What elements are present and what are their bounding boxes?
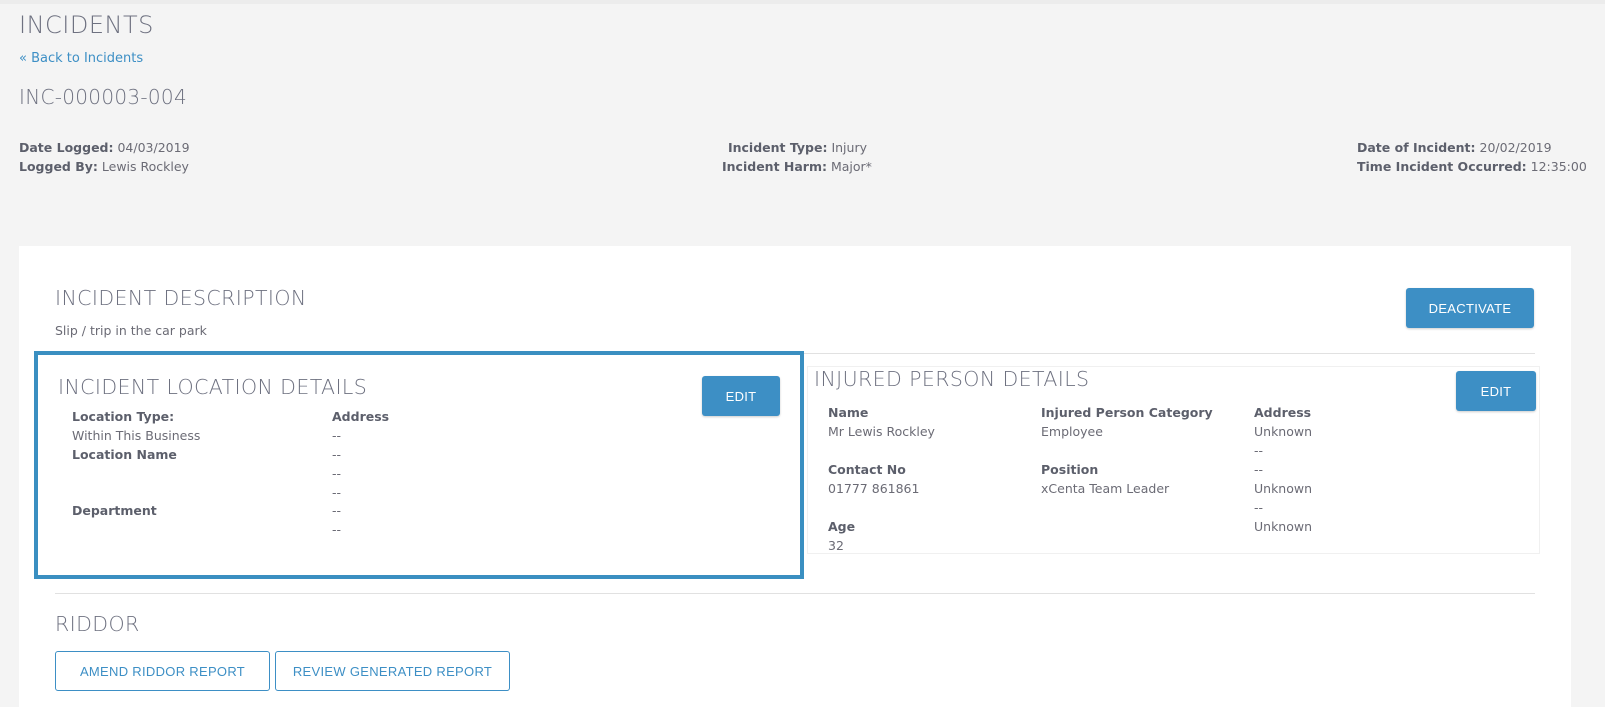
incident-harm-value: Major* [830,159,872,174]
location-name-label: Location Name [72,447,177,462]
injured-person-panel: INJURED PERSON DETAILS EDIT Name Mr Lewi… [807,366,1540,554]
location-address-line: -- [332,466,342,481]
date-logged-value: 04/03/2019 [117,140,190,155]
edit-injured-person-button[interactable]: EDIT [1456,371,1536,411]
time-occurred-label: Time Incident Occurred: [1357,159,1527,174]
location-address-label: Address [332,409,390,424]
page-title: INCIDENTS [19,11,154,39]
location-type-label: Location Type: [72,409,175,424]
review-generated-report-button[interactable]: REVIEW GENERATED REPORT [275,651,510,691]
location-address-line: -- [332,447,342,462]
location-address-line: -- [332,428,342,443]
incident-location-panel: INCIDENT LOCATION DETAILS EDIT Location … [34,351,804,579]
time-occurred-value: 12:35:00 [1530,159,1587,174]
incident-id: INC-000003-004 [19,85,187,109]
contact-value: 01777 861861 [828,481,920,496]
divider [55,593,1535,594]
injured-address-line: Unknown [1254,519,1313,534]
category-value: Employee [1041,424,1103,439]
edit-location-button[interactable]: EDIT [702,376,780,416]
meta-middle: Incident Type: Injury Incident Harm: Maj… [722,138,872,176]
date-of-incident-label: Date of Incident: [1357,140,1476,155]
name-label: Name [828,405,869,420]
location-address-line: -- [332,522,342,537]
position-value: xCenta Team Leader [1041,481,1170,496]
incident-description-text: Slip / trip in the car park [55,323,207,338]
injured-address-label: Address [1254,405,1312,420]
incident-location-title: INCIDENT LOCATION DETAILS [58,375,368,399]
meta-right: Date of Incident: 20/02/2019 Time Incide… [1357,138,1587,176]
logged-by-label: Logged By: [19,159,98,174]
location-address-line: -- [332,485,342,500]
riddor-title: RIDDOR [55,612,140,636]
age-label: Age [828,519,856,534]
incident-type-value: Injury [831,140,867,155]
injured-address-line: Unknown [1254,424,1313,439]
position-label: Position [1041,462,1099,477]
incident-card: INCIDENT DESCRIPTION Slip / trip in the … [19,246,1571,707]
injured-person-title: INJURED PERSON DETAILS [814,367,1090,391]
incident-type-label: Incident Type: [727,140,828,155]
location-type-value: Within This Business [72,428,201,443]
date-of-incident-value: 20/02/2019 [1479,140,1552,155]
incident-description-title: INCIDENT DESCRIPTION [55,286,307,310]
meta-left: Date Logged: 04/03/2019 Logged By: Lewis… [19,138,190,176]
incident-harm-label: Incident Harm: [722,159,827,174]
logged-by-value: Lewis Rockley [101,159,189,174]
injured-address-line: -- [1254,462,1264,477]
age-value: 32 [828,538,844,553]
category-label: Injured Person Category [1041,405,1213,420]
injured-address-line: -- [1254,500,1264,515]
contact-label: Contact No [828,462,906,477]
location-address-line: -- [332,503,342,518]
injured-address-line: -- [1254,443,1264,458]
name-value: Mr Lewis Rockley [828,424,935,439]
deactivate-button[interactable]: DEACTIVATE [1406,288,1534,328]
back-to-incidents-link[interactable]: « Back to Incidents [19,51,143,66]
department-label: Department [72,503,157,518]
injured-address-line: Unknown [1254,481,1313,496]
date-logged-label: Date Logged: [19,140,114,155]
amend-riddor-report-button[interactable]: AMEND RIDDOR REPORT [55,651,270,691]
top-bar [0,0,1605,4]
